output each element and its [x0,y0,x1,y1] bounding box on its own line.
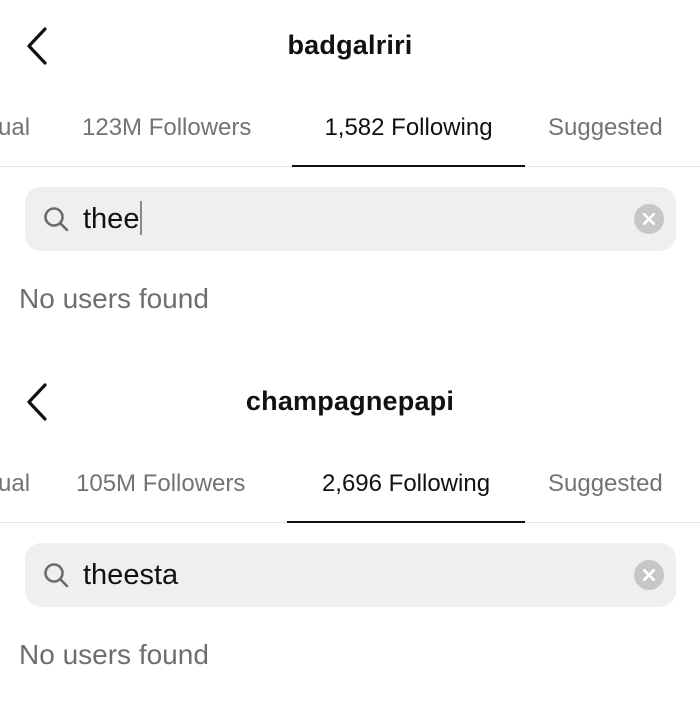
profile-username: badgalriri [287,30,413,60]
tab-following[interactable]: 1,582 Following [292,106,525,167]
text-cursor [140,201,143,236]
search-icon [44,207,69,232]
clear-circle-icon[interactable] [634,204,664,234]
search-input[interactable]: thee [83,187,143,251]
search-input[interactable]: theesta [83,543,178,607]
clear-circle-icon[interactable] [634,560,664,590]
profile-username: champagnepapi [245,386,455,416]
tab-suggested[interactable]: Suggested [548,106,663,166]
search-icon [44,563,69,588]
tab-bar: ual 105M Followers 2,696 Following Sugge… [0,462,700,523]
screen-champagnepapi: champagnepapi ual 105M Followers 2,696 F… [0,356,700,706]
tab-mutual[interactable]: ual [0,106,30,166]
tab-bar: ual 123M Followers 1,582 Following Sugge… [0,106,700,167]
tab-followers[interactable]: 123M Followers [82,106,251,166]
tab-following[interactable]: 2,696 Following [287,462,525,523]
search-bar[interactable]: theesta [25,543,676,607]
search-bar[interactable]: thee [25,187,676,251]
tab-suggested[interactable]: Suggested [548,462,663,522]
empty-results-message: No users found [19,639,209,670]
tab-followers[interactable]: 105M Followers [76,462,245,522]
empty-results-message: No users found [19,283,209,314]
screen-badgalriri: badgalriri ual 123M Followers 1,582 Foll… [0,0,700,350]
tab-mutual[interactable]: ual [0,462,30,522]
